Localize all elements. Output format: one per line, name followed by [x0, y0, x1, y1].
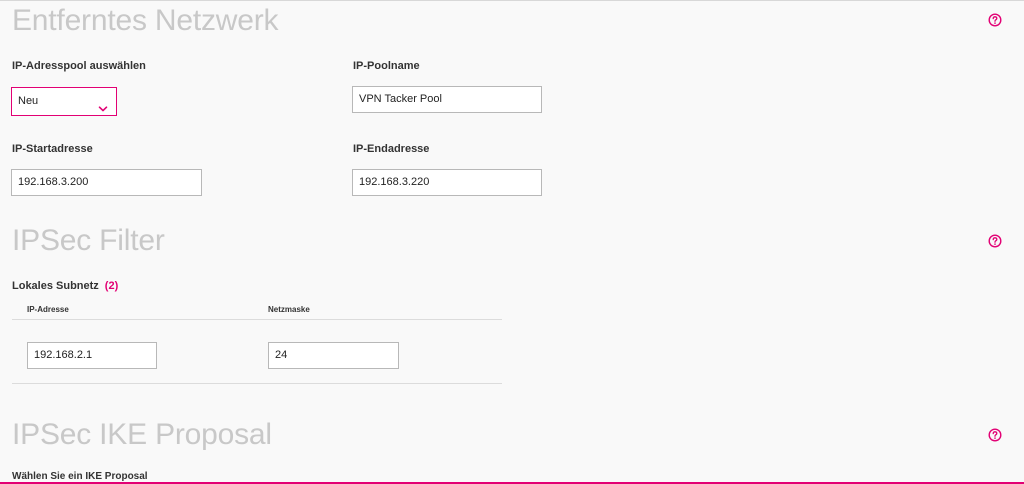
start-address-label: IP-Startadresse: [12, 143, 93, 155]
pool-name-input[interactable]: VPN Tacker Pool: [352, 86, 542, 113]
subnet-ip-input[interactable]: 192.168.2.1: [27, 342, 157, 369]
pool-select-label: IP-Adresspool auswählen: [12, 60, 146, 72]
end-address-label: IP-Endadresse: [353, 143, 430, 155]
ipsec-filter-title: IPSec Filter: [12, 224, 165, 257]
local-subnet-label-text: Lokales Subnetz: [12, 280, 99, 292]
page: Entferntes Netzwerk IP-Adresspool auswäh…: [0, 0, 1024, 484]
ip-pool-select-value: Neu: [18, 95, 39, 107]
help-circle-icon[interactable]: [988, 428, 1002, 442]
help-circle-icon[interactable]: [988, 13, 1002, 27]
table-header-divider: [12, 319, 502, 320]
remote-network-title: Entferntes Netzwerk: [12, 4, 279, 37]
ike-proposal-choose-label: Wählen Sie ein IKE Proposal: [12, 471, 148, 482]
local-subnet-label: Lokales Subnetz (2): [12, 280, 118, 292]
pool-name-label: IP-Poolname: [353, 60, 420, 72]
chevron-down-icon: [98, 97, 108, 112]
column-header-ip-address: IP-Adresse: [27, 305, 69, 314]
end-address-input[interactable]: 192.168.3.220: [352, 169, 542, 196]
subnet-netmask-input[interactable]: 24: [268, 342, 399, 369]
help-circle-icon[interactable]: [988, 234, 1002, 248]
ike-proposal-title: IPSec IKE Proposal: [12, 418, 272, 451]
local-subnet-count: (2): [104, 280, 119, 292]
start-address-input[interactable]: 192.168.3.200: [11, 169, 202, 196]
column-header-netmask: Netzmaske: [268, 305, 310, 314]
ip-pool-select[interactable]: Neu: [11, 87, 117, 116]
table-row-divider: [12, 383, 502, 384]
